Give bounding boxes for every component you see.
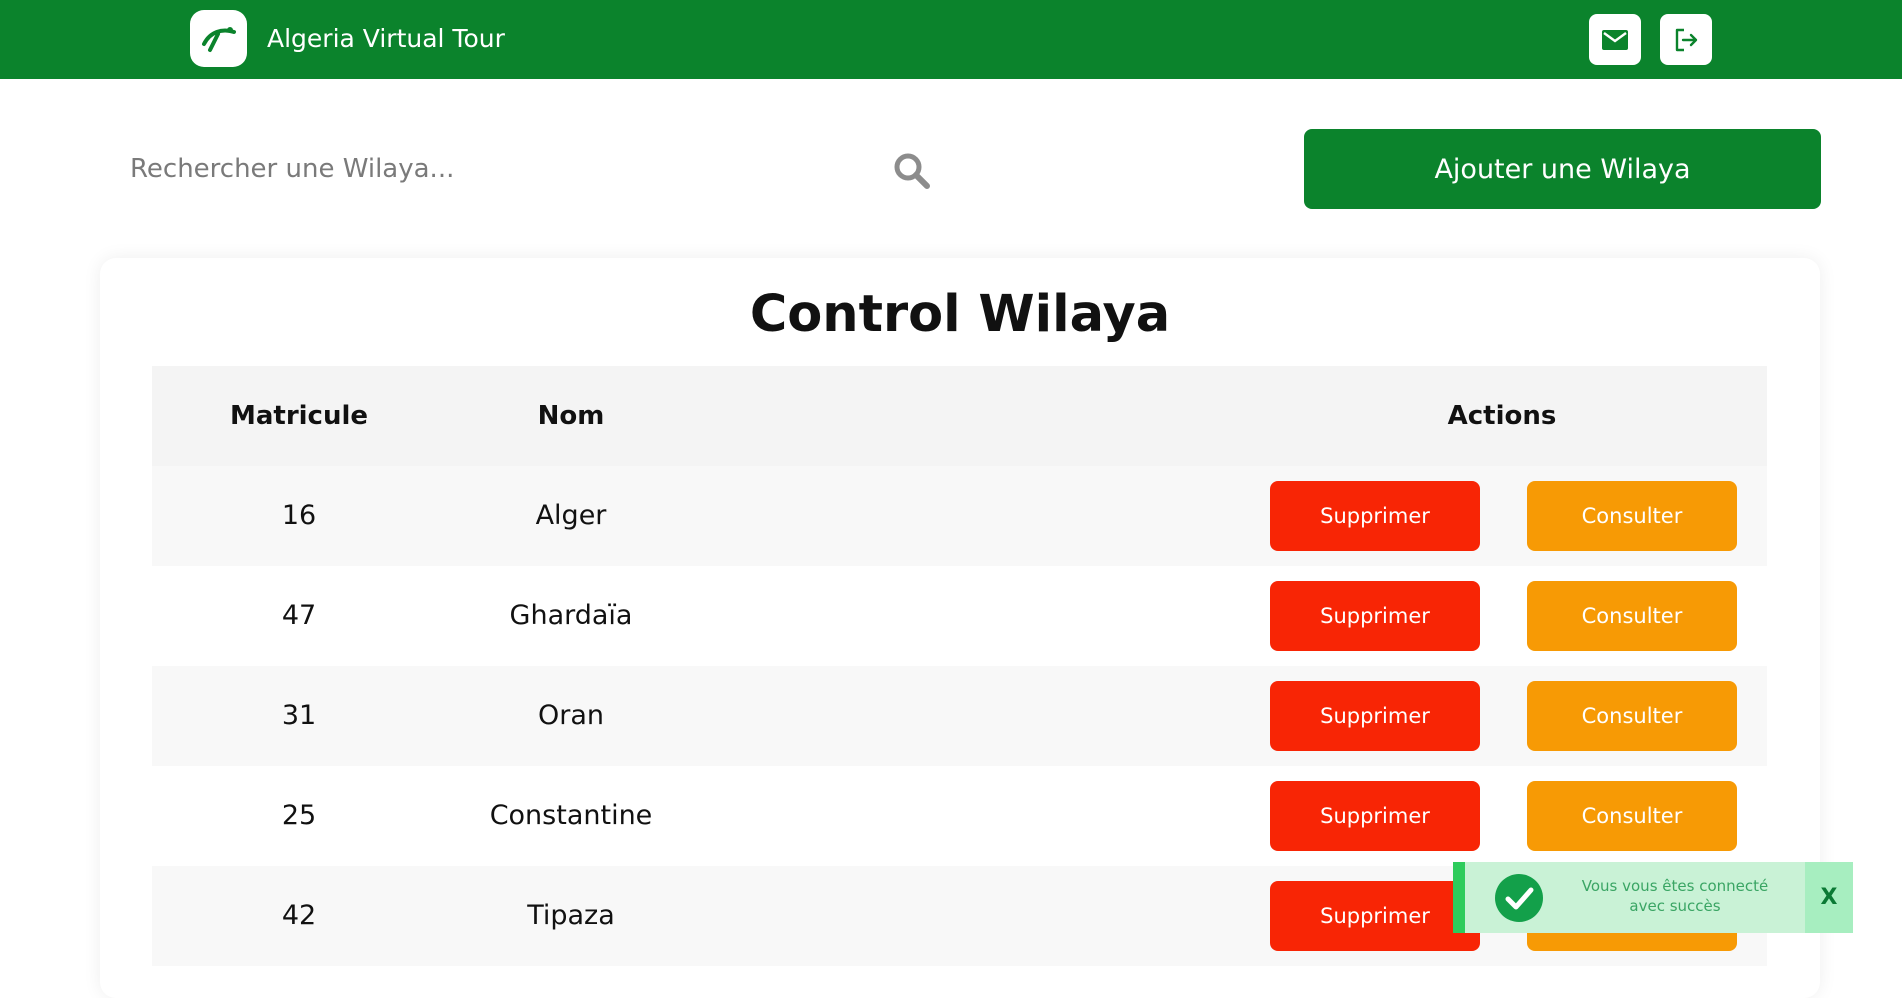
nom-cell: Tipaza — [527, 900, 615, 931]
table-row: 16 Alger Supprimer Consulter — [152, 466, 1767, 566]
table-row: 47 Ghardaïa Supprimer Consulter — [152, 566, 1767, 666]
top-navbar: Algeria Virtual Tour — [0, 0, 1902, 79]
matricule-cell: 31 — [281, 700, 317, 731]
matricule-cell: 25 — [281, 800, 317, 831]
page-title: Control Wilaya — [749, 285, 1171, 344]
search-icon[interactable] — [891, 150, 933, 192]
runner-logo-icon — [201, 26, 236, 52]
nom-cell: Constantine — [489, 800, 653, 831]
matricule-cell: 42 — [281, 900, 317, 931]
column-header-actions: Actions — [1447, 401, 1557, 431]
delete-button[interactable]: Supprimer — [1270, 581, 1480, 651]
column-header-matricule: Matricule — [229, 401, 369, 431]
mail-button[interactable] — [1589, 14, 1641, 65]
delete-button[interactable]: Supprimer — [1270, 481, 1480, 551]
app-logo[interactable] — [190, 10, 247, 67]
view-button[interactable]: Consulter — [1527, 681, 1737, 751]
table-row: 31 Oran Supprimer Consulter — [152, 666, 1767, 766]
nom-cell: Oran — [537, 700, 604, 731]
view-button[interactable]: Consulter — [1527, 581, 1737, 651]
delete-button[interactable]: Supprimer — [1270, 681, 1480, 751]
toast-message: Vous vous êtes connecté avec succès — [1581, 877, 1769, 915]
toast-close-button[interactable]: X — [1805, 862, 1853, 933]
nom-cell: Ghardaïa — [509, 600, 633, 631]
table-row: 25 Constantine Supprimer Consulter — [152, 766, 1767, 866]
logout-icon — [1675, 28, 1698, 51]
view-button[interactable]: Consulter — [1527, 481, 1737, 551]
view-button[interactable]: Consulter — [1527, 781, 1737, 851]
mail-icon — [1602, 29, 1628, 50]
matricule-cell: 47 — [281, 600, 317, 631]
logout-button[interactable] — [1660, 14, 1712, 65]
delete-button[interactable]: Supprimer — [1270, 881, 1480, 951]
search-input[interactable] — [110, 132, 870, 206]
success-toast: Vous vous êtes connecté avec succès X — [1453, 862, 1853, 933]
table-header: Matricule Nom Actions — [152, 366, 1767, 466]
app-title: Algeria Virtual Tour — [267, 24, 505, 53]
nom-cell: Alger — [535, 500, 607, 531]
column-header-nom: Nom — [537, 401, 605, 431]
search-bar — [110, 132, 940, 206]
matricule-cell: 16 — [281, 500, 317, 531]
add-wilaya-button[interactable]: Ajouter une Wilaya — [1304, 129, 1821, 209]
check-circle-icon — [1495, 874, 1543, 922]
delete-button[interactable]: Supprimer — [1270, 781, 1480, 851]
